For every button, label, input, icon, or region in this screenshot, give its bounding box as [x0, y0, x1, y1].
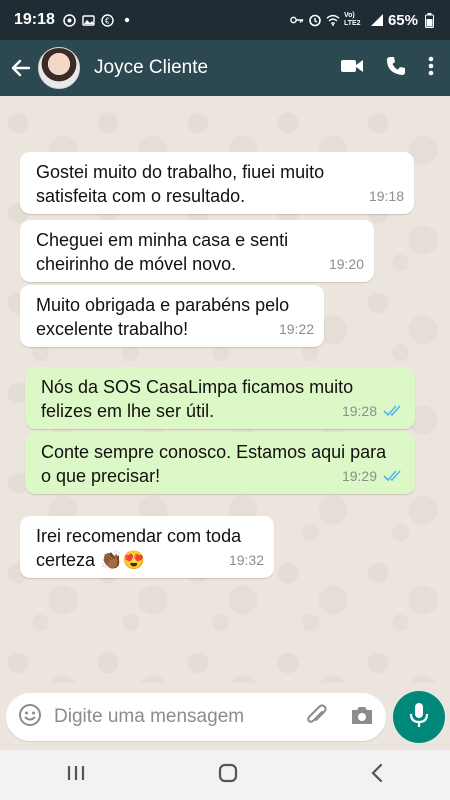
notification-icon: [63, 13, 77, 27]
chat-area[interactable]: Gostei muito do trabalho, fiuei muito sa…: [0, 96, 450, 683]
status-time: 19:18: [14, 11, 55, 28]
currency-icon: €: [101, 13, 115, 27]
message-bubble[interactable]: Gostei muito do trabalho, fiuei muito sa…: [20, 152, 414, 214]
more-vert-icon[interactable]: [428, 56, 434, 81]
signal-icon: [370, 13, 384, 27]
battery-icon: [422, 12, 436, 28]
message-time: 19:29: [341, 468, 377, 484]
battery-percent: 65%: [387, 11, 418, 29]
read-ticks-icon: [383, 405, 405, 417]
message-time: 19:18: [368, 188, 404, 204]
video-call-icon[interactable]: [340, 57, 364, 80]
status-bar: 19:18 € Vo) LTE2 65%: [0, 0, 450, 40]
back-arrow-icon[interactable]: [8, 58, 34, 78]
emoji-icon[interactable]: [18, 703, 42, 732]
alarm-icon: [308, 13, 322, 27]
message-text: Gostei muito do trabalho, fiuei muito sa…: [36, 162, 325, 206]
message-text: Irei recomendar com toda certeza 👏🏾😍: [36, 526, 242, 570]
message-input[interactable]: Digite uma mensagem: [6, 693, 386, 741]
paperclip-icon[interactable]: [306, 703, 328, 732]
composer: Digite uma mensagem: [0, 683, 450, 750]
mic-icon: [409, 702, 429, 733]
nav-back-icon[interactable]: [370, 763, 384, 788]
gallery-icon: [82, 13, 96, 27]
dot-icon: [120, 13, 134, 27]
avatar[interactable]: [38, 47, 80, 89]
wifi-icon: [326, 13, 340, 27]
system-nav-bar: [0, 750, 450, 800]
chat-header: Joyce Cliente: [0, 40, 450, 96]
message-time: 19:28: [341, 403, 377, 419]
message-bubble-outgoing[interactable]: Conte sempre conosco. Estamos aqui para …: [25, 432, 415, 494]
message-text: Muito obrigada e parabéns pelo excelente…: [36, 295, 290, 339]
message-text: Cheguei em minha casa e senti cheirinho …: [36, 230, 289, 274]
key-icon: [290, 13, 304, 27]
camera-icon[interactable]: [350, 704, 374, 731]
svg-text:€: €: [105, 16, 110, 25]
phone-icon[interactable]: [386, 56, 406, 81]
mic-button[interactable]: [393, 691, 445, 743]
message-time: 19:32: [228, 552, 264, 568]
contact-name[interactable]: Joyce Cliente: [94, 57, 208, 79]
recent-apps-icon[interactable]: [66, 764, 86, 787]
read-ticks-icon: [383, 470, 405, 482]
message-bubble[interactable]: Muito obrigada e parabéns pelo excelente…: [20, 285, 324, 347]
message-bubble[interactable]: Cheguei em minha casa e senti cheirinho …: [20, 220, 374, 282]
message-placeholder[interactable]: Digite uma mensagem: [54, 706, 306, 728]
message-bubble-outgoing[interactable]: Nós da SOS CasaLimpa ficamos muito feliz…: [25, 367, 415, 429]
message-bubble[interactable]: Irei recomendar com toda certeza 👏🏾😍 19:…: [20, 516, 274, 578]
network-label: Vo) LTE2: [343, 12, 361, 27]
home-icon[interactable]: [217, 762, 239, 789]
message-time: 19:22: [278, 321, 314, 337]
message-time: 19:20: [328, 256, 364, 272]
